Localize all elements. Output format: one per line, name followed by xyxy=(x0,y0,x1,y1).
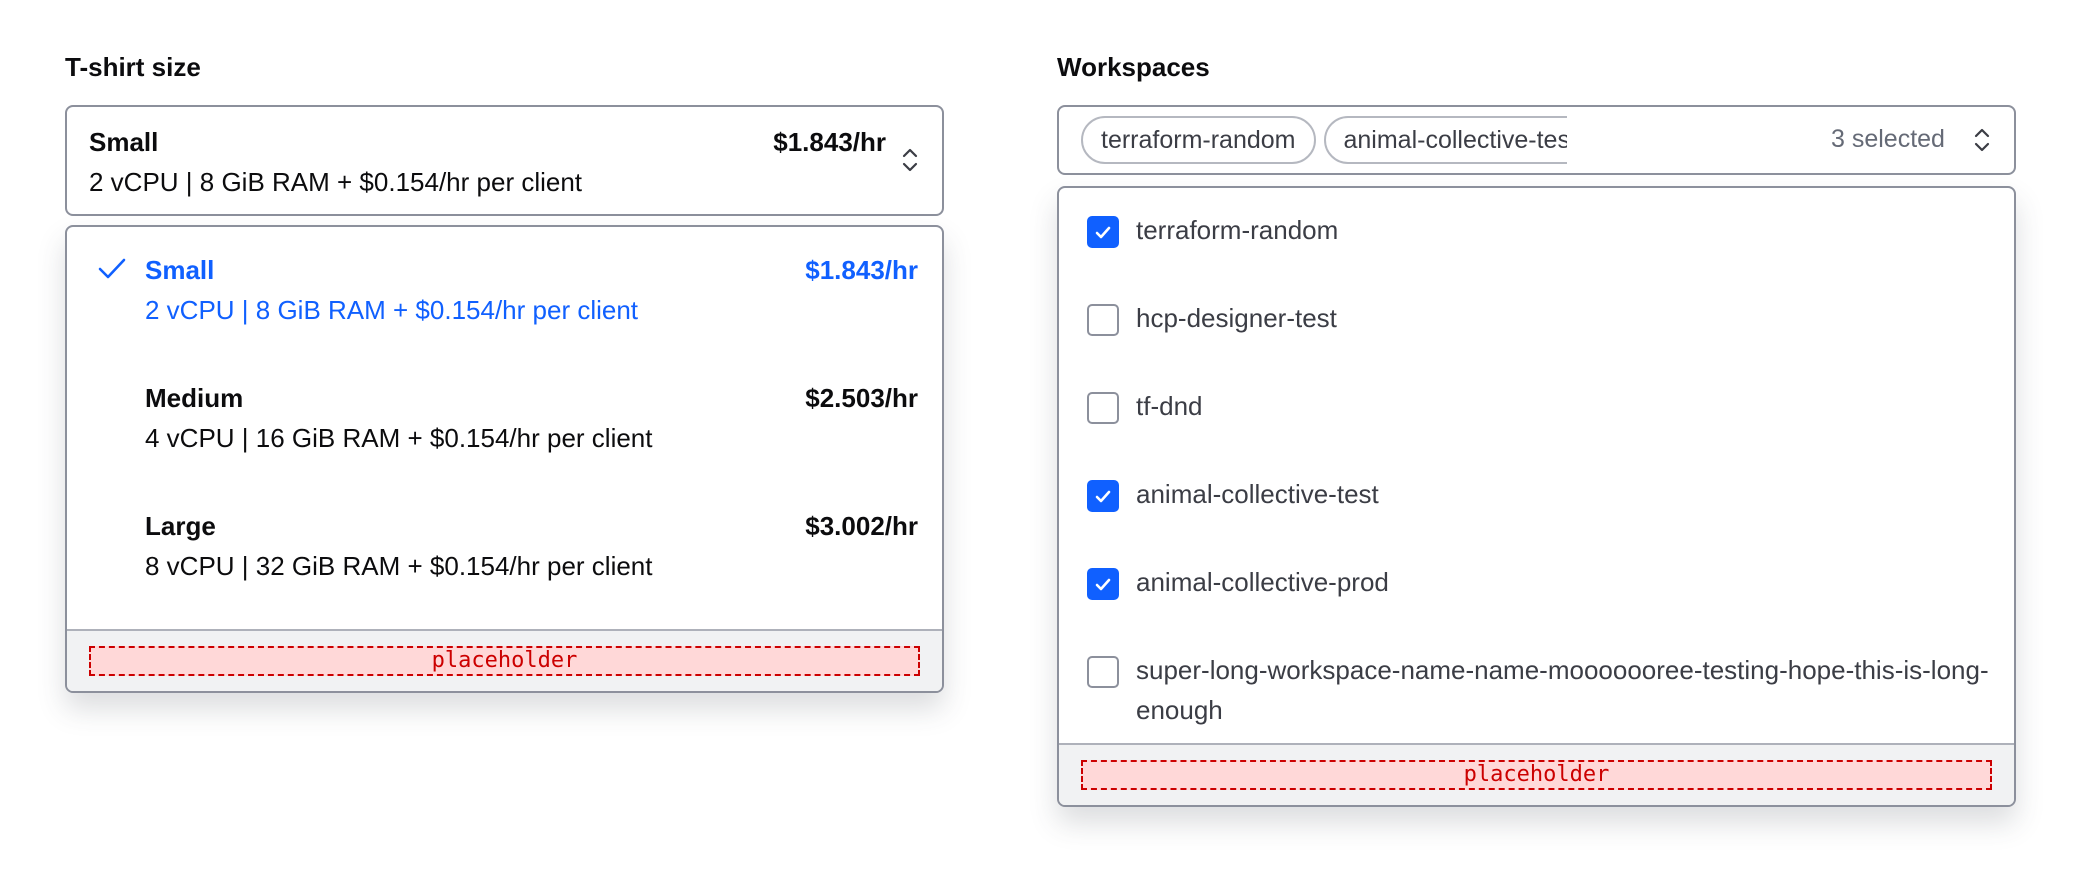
workspace-name: super-long-workspace-name-name-moooooore… xyxy=(1136,655,1989,725)
checkbox[interactable] xyxy=(1087,568,1119,600)
size-option-small[interactable]: Small $1.843/hr 2 vCPU | 8 GiB RAM + $0.15… xyxy=(67,255,942,355)
option-desc: 8 vCPU | 32 GiB RAM + $0.154/hr per clie… xyxy=(145,551,653,581)
size-option-medium[interactable]: Medium $2.503/hr 4 vCPU | 16 GiB RAM + $0.… xyxy=(67,383,942,483)
workspace-name: terraform-random xyxy=(1136,215,1339,245)
option-desc: 4 vCPU | 16 GiB RAM + $0.154/hr per clie… xyxy=(145,423,653,453)
option-name: Large xyxy=(145,511,216,541)
checkbox[interactable] xyxy=(1087,656,1119,688)
workspace-name: tf-dnd xyxy=(1136,391,1203,421)
workspaces-select[interactable]: terraform-randomanimal-collective-testan… xyxy=(1057,105,2016,175)
selected-size-desc: 2 vCPU | 8 GiB RAM + $0.154/hr per clien… xyxy=(89,167,583,197)
selected-count: 3 selected xyxy=(1831,125,1945,153)
tshirt-size-dropdown: Small $1.843/hr 2 vCPU | 8 GiB RAM + $0.15… xyxy=(65,225,944,693)
dropdown-footer: placeholder xyxy=(1059,743,2014,805)
option-name: Medium xyxy=(145,383,244,413)
footer-placeholder: placeholder xyxy=(1081,760,1992,790)
chevron-up-down-icon xyxy=(1974,128,1990,152)
workspace-name: animal-collective-test xyxy=(1136,479,1379,509)
selected-size-name: Small xyxy=(89,127,159,157)
workspace-name: animal-collective-prod xyxy=(1136,567,1389,597)
workspaces-label: Workspaces xyxy=(1057,52,1210,82)
checkbox[interactable] xyxy=(1087,304,1119,336)
option-price: $3.002/hr xyxy=(805,511,918,541)
selected-chips: terraform-randomanimal-collective-testan… xyxy=(1081,116,1567,164)
footer-placeholder: placeholder xyxy=(89,646,920,676)
check-icon xyxy=(1095,490,1111,503)
check-icon xyxy=(98,258,126,279)
option-price: $2.503/hr xyxy=(805,383,918,413)
dropdown-footer: placeholder xyxy=(67,629,942,691)
chevron-up-down-icon xyxy=(902,148,918,172)
checkbox[interactable] xyxy=(1087,392,1119,424)
workspace-name: hcp-designer-test xyxy=(1136,303,1337,333)
option-desc: 2 vCPU | 8 GiB RAM + $0.154/hr per clien… xyxy=(145,295,639,325)
workspaces-dropdown: terraform-random hcp-designer-test tf-dnd a… xyxy=(1057,186,2016,807)
checkbox[interactable] xyxy=(1087,216,1119,248)
checkbox[interactable] xyxy=(1087,480,1119,512)
chip[interactable]: animal-collective-test xyxy=(1323,116,1567,164)
option-price: $1.843/hr xyxy=(805,255,918,285)
size-option-large[interactable]: Large $3.002/hr 8 vCPU | 32 GiB RAM + $0.1… xyxy=(67,511,942,611)
chip[interactable]: terraform-random xyxy=(1081,116,1316,164)
check-icon xyxy=(1095,578,1111,591)
option-name: Small xyxy=(145,255,215,285)
tshirt-size-select[interactable]: Small 2 vCPU | 8 GiB RAM + $0.154/hr per… xyxy=(65,105,944,216)
check-icon xyxy=(1095,226,1111,239)
tshirt-size-label: T-shirt size xyxy=(65,52,201,82)
selected-size-price: $1.843/hr xyxy=(773,127,886,157)
